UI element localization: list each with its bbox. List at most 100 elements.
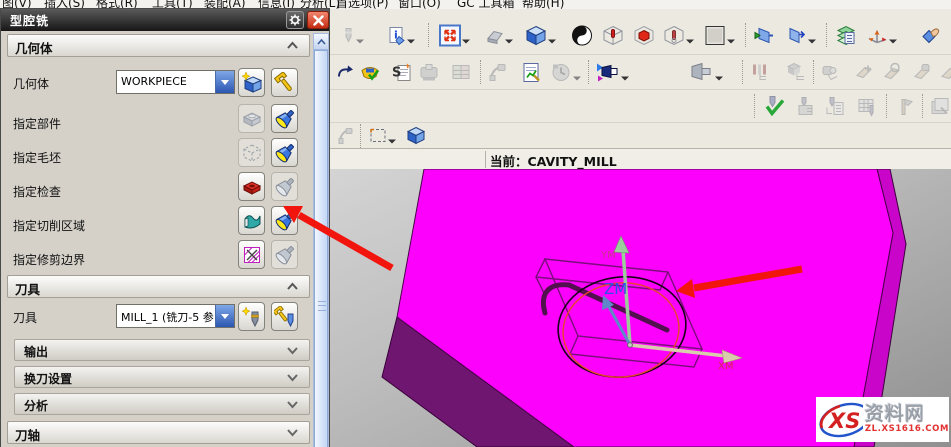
flashlight-blue-icon: [274, 108, 296, 130]
dialog-title-bar[interactable]: 型腔铣: [1, 9, 329, 31]
tool-combo-dropdown-icon[interactable]: [215, 305, 234, 327]
layered-sheets-icon[interactable]: [926, 93, 951, 120]
cut-area-surface-icon: [241, 210, 263, 232]
specify-part-button[interactable]: [238, 104, 265, 133]
scrollbar-thumb[interactable]: [314, 50, 328, 447]
geometry-view-icon[interactable]: [817, 59, 844, 86]
specify-trim-boundary-button[interactable]: [238, 240, 265, 269]
expand-tool-change-chevron-down-icon[interactable]: [281, 369, 303, 386]
trim-boundary-icon: [241, 244, 263, 266]
collapse-tool-chevron-up-icon[interactable]: [281, 278, 303, 295]
facet-solid-cube-icon[interactable]: [630, 22, 657, 49]
group-analysis[interactable]: 分析: [14, 393, 310, 415]
edit-section-icon[interactable]: [782, 22, 809, 49]
blank-style-icon[interactable]: [701, 22, 728, 49]
edit-geometry-button[interactable]: [271, 68, 298, 97]
signal-post-icon[interactable]: [890, 93, 917, 120]
toolbar-generate: [330, 90, 951, 123]
machine-tool-view-icon[interactable]: [783, 59, 810, 86]
edit-object-display-icon[interactable]: [916, 22, 943, 49]
new-geometry-button[interactable]: [238, 68, 265, 97]
group-output[interactable]: 输出: [14, 339, 310, 361]
tag-add-icon[interactable]: [850, 59, 877, 86]
new-tool-button[interactable]: [238, 302, 265, 331]
program-order-view-icon[interactable]: [747, 59, 774, 86]
flashlight-blue-icon: [274, 142, 296, 164]
specify-trim-boundary-label: 指定修剪边界: [13, 251, 85, 268]
tool-combo[interactable]: MILL_1 (铣刀-5 参: [116, 304, 235, 328]
tag-partial-icon[interactable]: [936, 59, 951, 86]
select-trim-boundary-button[interactable]: [271, 240, 298, 269]
group-tool-change[interactable]: 换刀设置: [14, 366, 310, 388]
selection-rectangle-icon[interactable]: [364, 122, 391, 149]
wireframe-cube-pin-icon[interactable]: [599, 22, 626, 49]
section-tool-axis-header[interactable]: 刀轴: [7, 421, 310, 444]
move-component-icon[interactable]: [484, 59, 511, 86]
dialog-options-gear-button[interactable]: [286, 11, 304, 29]
tag-circle-icon[interactable]: [878, 59, 905, 86]
dialog-scrollbar[interactable]: [313, 33, 329, 447]
fit-view-icon[interactable]: [436, 22, 463, 49]
specify-blank-button[interactable]: [238, 138, 265, 167]
wcs-display-icon[interactable]: [863, 22, 890, 49]
postprocess-icon[interactable]: S: [388, 59, 415, 86]
menu-help[interactable]: 帮助(H): [522, 0, 564, 9]
select-cut-area-button[interactable]: [271, 206, 298, 235]
background-toggle-icon[interactable]: [568, 22, 595, 49]
edit-tool-wrench-icon: [274, 306, 296, 328]
generate-verify-ok-icon[interactable]: [760, 93, 787, 120]
collapse-geometry-chevron-up-icon[interactable]: [281, 37, 303, 54]
create-tool-funnel-icon[interactable]: [687, 59, 714, 86]
expand-analysis-chevron-down-icon[interactable]: [281, 396, 303, 413]
verify-toolpath-icon[interactable]: [356, 59, 383, 86]
select-part-button[interactable]: [271, 104, 298, 133]
blank-geometry-icon: [241, 142, 263, 164]
current-operation-label: 当前：CAVITY_MILL: [490, 151, 617, 170]
close-icon: [313, 15, 324, 26]
geometry-combo[interactable]: WORKPIECE: [116, 70, 235, 94]
dialog-close-button[interactable]: [307, 11, 329, 29]
rendering-style-icon[interactable]: [481, 22, 508, 49]
flashlight-gray-icon: [274, 244, 296, 266]
axis-label-zm: ZM: [604, 280, 627, 298]
snap-point-icon[interactable]: [332, 122, 359, 149]
scrollbar-up-icon[interactable]: [314, 34, 328, 50]
geometry-combo-dropdown-icon[interactable]: [215, 71, 234, 93]
machine-simulation-icon[interactable]: [415, 59, 442, 86]
orient-view-isometric-icon[interactable]: [522, 22, 549, 49]
create-operation-icon[interactable]: [593, 59, 620, 86]
operation-report-icon[interactable]: [517, 59, 544, 86]
scrollbar-grip: [318, 301, 326, 311]
list-toolpath-icon[interactable]: [821, 93, 848, 120]
schedule-clock-icon[interactable]: [547, 59, 574, 86]
solid-body-filter-icon[interactable]: [402, 122, 429, 149]
menu-preferences[interactable]: 首选项(P): [336, 0, 389, 9]
menu-window[interactable]: 窗口(O): [398, 0, 441, 9]
watermark-logo: XS: [816, 398, 863, 441]
section-tool-header[interactable]: 刀具: [7, 275, 310, 298]
expand-output-chevron-down-icon[interactable]: [281, 342, 303, 359]
watermark-domain: ZL.XS1616.COM: [865, 424, 949, 434]
specify-cut-area-button[interactable]: [238, 206, 265, 235]
section-geometry-title: 几何体: [15, 38, 53, 57]
dialog-title: 型腔铣: [10, 12, 49, 29]
edit-tool-button[interactable]: [271, 302, 298, 331]
section-geometry-header[interactable]: 几何体: [7, 34, 310, 57]
information-icon[interactable]: i: [383, 22, 410, 49]
select-check-button[interactable]: [271, 172, 298, 201]
generate-toolpath-icon[interactable]: [791, 93, 818, 120]
clip-section-icon[interactable]: [750, 22, 777, 49]
create-tool-disabled-icon[interactable]: [334, 22, 361, 49]
toolpath-table-icon[interactable]: [853, 93, 880, 120]
new-geometry-cube-icon: [241, 72, 263, 94]
layer-settings-icon[interactable]: [831, 22, 858, 49]
interpart-cube-icon[interactable]: [660, 22, 687, 49]
tag-cylinder-icon[interactable]: [908, 59, 935, 86]
expand-tool-axis-chevron-down-icon[interactable]: [281, 424, 303, 441]
menu-gc-toolbox[interactable]: GC 工具箱: [457, 0, 515, 9]
specify-check-button[interactable]: [238, 172, 265, 201]
select-blank-button[interactable]: [271, 138, 298, 167]
shop-documentation-icon[interactable]: [447, 59, 474, 86]
undo-icon[interactable]: [331, 59, 358, 86]
wrench-icon: [274, 72, 296, 94]
